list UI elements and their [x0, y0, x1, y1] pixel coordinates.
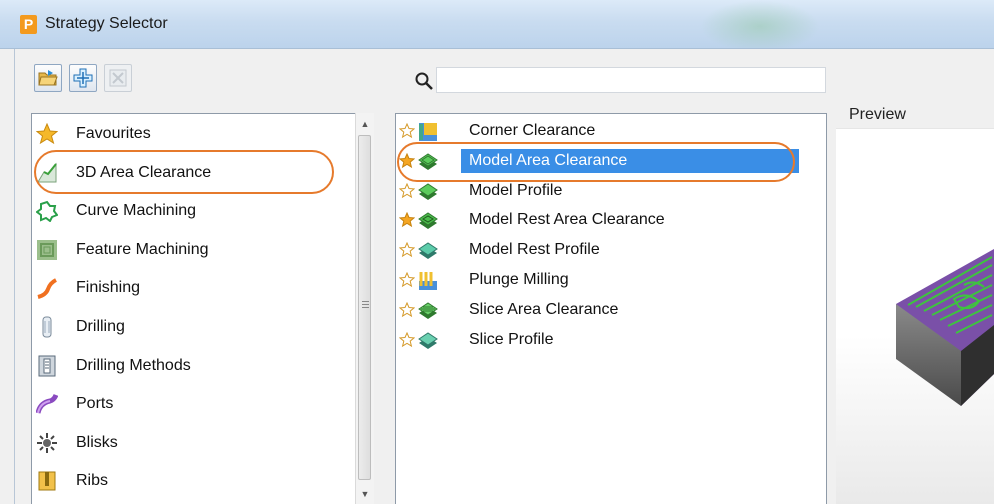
favourites-star-icon	[35, 122, 59, 145]
category-item-ribs[interactable]: Ribs	[38, 464, 109, 498]
scroll-down-arrow-icon[interactable]: ▼	[356, 485, 374, 503]
category-label: Curve Machining	[76, 202, 197, 220]
category-label: Ribs	[76, 472, 109, 490]
slice-area-clearance-icon	[418, 301, 438, 321]
strategy-item-corner-clearance[interactable]: Corner Clearance	[398, 118, 819, 146]
blisks-icon	[36, 432, 58, 454]
favourite-star-outline-icon[interactable]	[398, 301, 416, 318]
category-item-ports[interactable]: Ports	[35, 387, 114, 421]
model-rest-area-clearance-icon	[418, 211, 438, 231]
favourite-star-filled-icon[interactable]	[398, 212, 416, 228]
strategy-item-slice-profile[interactable]: Slice Profile	[398, 327, 819, 355]
finishing-icon	[36, 277, 58, 300]
drilling-methods-icon	[36, 355, 58, 377]
strategy-item-model-rest-area-clearance[interactable]: Model Rest Area Clearance	[398, 207, 819, 235]
feature-machining-icon	[36, 239, 58, 261]
app-icon: P	[20, 15, 37, 34]
category-scrollbar[interactable]: ▲ ▼	[355, 113, 374, 504]
favourite-star-outline-icon[interactable]	[398, 241, 416, 258]
add-crosshair-icon	[73, 68, 93, 88]
strategy-item-model-rest-profile[interactable]: Model Rest Profile	[398, 237, 819, 265]
delete-button[interactable]	[104, 64, 132, 92]
strategy-item-slice-area-clearance[interactable]: Slice Area Clearance	[398, 297, 819, 325]
title-bar[interactable]: P Strategy Selector	[0, 0, 994, 49]
preview-image	[836, 129, 994, 504]
category-label: Blisks	[76, 433, 118, 451]
favourite-star-outline-icon[interactable]	[398, 182, 416, 199]
favourite-star-filled-icon[interactable]	[398, 152, 416, 169]
search-input[interactable]	[436, 67, 826, 93]
category-label: Drilling Methods	[76, 356, 191, 374]
strategy-item-plunge-milling[interactable]: Plunge Milling	[398, 267, 819, 295]
strategy-selector-window: P Strategy Selector Favourites 3D Area Cl…	[0, 0, 994, 504]
model-profile-icon	[418, 182, 438, 202]
strategy-label: Model Area Clearance	[469, 151, 628, 169]
strategy-label: Slice Profile	[469, 330, 554, 348]
delete-icon	[109, 69, 127, 87]
strategy-item-model-profile[interactable]: Model Profile	[398, 178, 819, 206]
category-label: Favourites	[76, 125, 151, 142]
plunge-milling-icon	[418, 271, 438, 291]
strategy-label: Plunge Milling	[469, 271, 569, 288]
model-rest-profile-icon	[418, 241, 438, 261]
3d-area-clearance-icon	[36, 162, 58, 184]
window-title: Strategy Selector	[45, 15, 168, 32]
category-label: Feature Machining	[76, 240, 209, 258]
title-bar-glow	[700, 0, 820, 48]
category-item-drilling[interactable]: Drilling	[42, 310, 125, 344]
category-item-3d-area-clearance[interactable]: 3D Area Clearance	[37, 156, 212, 190]
category-item-feature-machining[interactable]: Feature Machining	[37, 233, 209, 267]
search-icon	[415, 72, 433, 90]
scroll-up-arrow-icon[interactable]: ▲	[356, 115, 374, 133]
add-crosshair-button[interactable]	[69, 64, 97, 92]
open-folder-icon	[38, 70, 58, 86]
favourite-star-outline-icon[interactable]	[398, 122, 416, 139]
strategy-label: Model Rest Profile	[469, 241, 600, 259]
category-item-drilling-methods[interactable]: Drilling Methods	[38, 349, 191, 383]
ribs-icon	[36, 470, 58, 492]
open-folder-button[interactable]	[34, 64, 62, 92]
preview-area	[836, 128, 994, 504]
strategy-label: Slice Area Clearance	[469, 300, 619, 318]
preview-label: Preview	[849, 106, 906, 123]
strategy-item-model-area-clearance[interactable]: Model Area Clearance	[398, 148, 819, 176]
strategy-label: Model Profile	[469, 181, 563, 199]
strategy-label: Corner Clearance	[469, 122, 596, 139]
corner-clearance-icon	[418, 122, 438, 142]
curve-machining-icon	[35, 200, 59, 223]
slice-profile-icon	[418, 331, 438, 351]
strategy-label: Model Rest Area Clearance	[469, 211, 665, 229]
thumb-grip	[362, 301, 369, 302]
favourite-star-outline-icon[interactable]	[398, 271, 416, 288]
drilling-icon	[36, 316, 58, 338]
scrollbar-thumb[interactable]	[358, 135, 371, 480]
category-label: Ports	[76, 395, 114, 413]
category-label: 3D Area Clearance	[76, 163, 212, 181]
favourite-star-outline-icon[interactable]	[398, 331, 416, 348]
category-item-blisks[interactable]: Blisks	[37, 426, 118, 460]
category-label: Finishing	[76, 279, 141, 297]
category-item-finishing[interactable]: Finishing	[37, 271, 141, 305]
category-label: Drilling	[76, 318, 125, 335]
category-item-curve-machining[interactable]: Curve Machining	[35, 194, 197, 228]
ports-icon	[35, 393, 59, 415]
model-area-clearance-icon	[418, 152, 438, 172]
category-item-favourites[interactable]: Favourites	[35, 117, 151, 151]
